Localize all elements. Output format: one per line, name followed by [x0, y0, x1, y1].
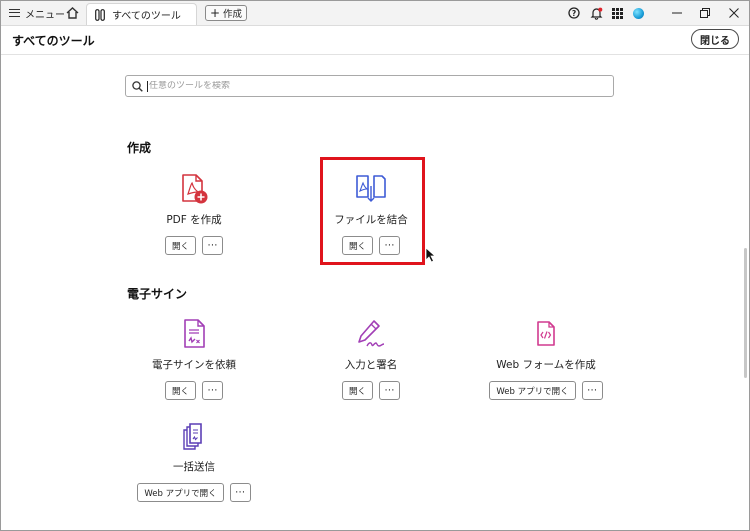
- fill-sign-pen-icon: [358, 320, 385, 347]
- create-pdf-icon: [182, 174, 208, 204]
- open-button[interactable]: 開く: [341, 381, 373, 400]
- tools-tab-icon: [94, 8, 106, 21]
- avatar: [632, 7, 644, 19]
- tool-request-esign: 電子サインを依頼 開く ⋯: [114, 317, 274, 400]
- tool-label: PDF を作成: [166, 214, 222, 226]
- request-esign-icon: [184, 319, 205, 348]
- open-in-web-app-button[interactable]: Web アプリで開く: [137, 483, 224, 502]
- open-button[interactable]: 開く: [164, 236, 196, 255]
- bulk-send-icon: [183, 423, 202, 450]
- more-options-button[interactable]: ⋯: [581, 381, 603, 400]
- apps-grid-icon: [611, 7, 623, 19]
- plus-icon: +: [209, 6, 221, 20]
- tools-header: すべてのツール 閉じる: [1, 26, 749, 55]
- highlight-box: [320, 157, 425, 265]
- more-options-button[interactable]: ⋯: [229, 483, 251, 502]
- scroll-thumb[interactable]: [744, 248, 747, 378]
- new-tab-label: 作成: [223, 9, 243, 20]
- more-options-button[interactable]: ⋯: [202, 381, 223, 400]
- open-button[interactable]: 開く: [164, 381, 196, 400]
- tool-bulk-send: 一括送信 Web アプリで開く ⋯: [114, 419, 274, 502]
- svg-text:?: ?: [572, 9, 576, 18]
- search-input[interactable]: [149, 81, 589, 91]
- tool-label: Web フォームを作成: [496, 359, 596, 371]
- new-tab-button[interactable]: + 作成: [205, 5, 247, 21]
- open-in-web-app-button[interactable]: Web アプリで開く: [489, 381, 576, 400]
- help-icon: ?: [568, 7, 580, 19]
- minimize-button[interactable]: [668, 1, 686, 25]
- tab-label: すべてのツール: [112, 11, 181, 22]
- tool-label: 入力と署名: [344, 359, 398, 371]
- section-title-create: 作成: [127, 141, 152, 155]
- hamburger-icon: [9, 9, 20, 17]
- text-caret: [147, 80, 148, 92]
- section-title-esign: 電子サイン: [127, 287, 188, 301]
- tab-all-tools[interactable]: すべてのツール: [86, 3, 197, 25]
- more-options-button[interactable]: ⋯: [202, 236, 223, 255]
- menu-button[interactable]: メニュー: [9, 1, 65, 25]
- restore-icon: [700, 8, 710, 18]
- tool-create-pdf: PDF を作成 開く ⋯: [114, 172, 274, 255]
- minimize-icon: [672, 12, 682, 14]
- scrollbar[interactable]: [741, 55, 749, 531]
- web-form-icon: [537, 321, 555, 346]
- mouse-cursor-icon: [425, 247, 436, 263]
- tool-fill-and-sign: 入力と署名 開く ⋯: [291, 317, 451, 400]
- close-tools-button[interactable]: 閉じる: [691, 29, 739, 49]
- menu-label: メニュー: [25, 9, 65, 21]
- search-icon: [132, 80, 143, 92]
- close-icon: [729, 8, 739, 18]
- tool-label: 電子サインを依頼: [152, 359, 236, 371]
- tool-search[interactable]: [125, 75, 614, 97]
- help-button[interactable]: ?: [565, 1, 583, 25]
- home-button[interactable]: [63, 1, 81, 25]
- window-close-button[interactable]: [725, 1, 743, 25]
- page-title: すべてのツール: [12, 34, 95, 48]
- profile-button[interactable]: [629, 1, 647, 25]
- restore-button[interactable]: [696, 1, 714, 25]
- apps-button[interactable]: [608, 1, 626, 25]
- tool-create-web-form: Web フォームを作成 Web アプリで開く ⋯: [466, 317, 626, 400]
- title-bar: メニュー すべてのツール + 作成 ?: [1, 1, 749, 26]
- more-options-button[interactable]: ⋯: [379, 381, 400, 400]
- bell-icon: [590, 7, 602, 20]
- notifications-button[interactable]: [587, 1, 605, 25]
- home-icon: [66, 7, 78, 19]
- tool-label: 一括送信: [173, 461, 215, 473]
